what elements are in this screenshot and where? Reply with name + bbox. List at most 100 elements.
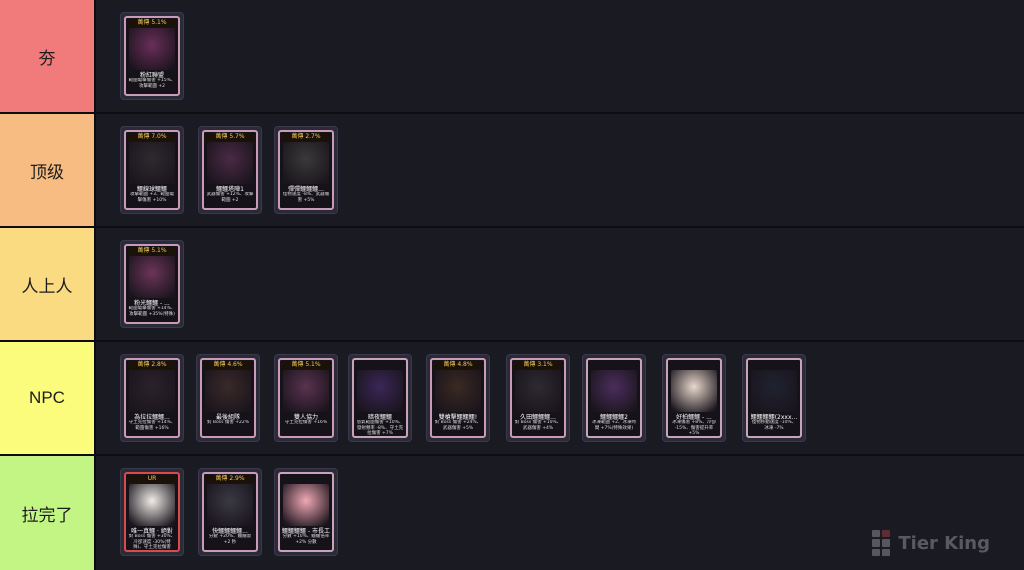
card-art-image	[751, 370, 797, 412]
tier-row-d: 拉完了 UR 唯一真鱷 · 絕對對 Boss 傷害 +30%、冷卻速度 -30%(…	[0, 456, 1024, 570]
card-badge: 萬傳 4.6%	[204, 361, 252, 369]
tier-items: 萬傳 5.1% 粉光鱷鱷 - ... 範圍電擊傷害 +14%、攻擊範圍 +35%(特…	[96, 228, 1024, 340]
card-description: 對 Boss 傷害 +22%	[206, 420, 250, 425]
card-frame: 鱷鱷鱷鱷(2xxx... 怪物移動速度 -10%、冰凍 -7%	[746, 358, 802, 438]
card-frame: 鱷鱷鱷鱷2 冰凍範圍 +2、冰凍時間 +7%(特殊效果)	[586, 358, 642, 438]
card-art-image	[207, 484, 253, 526]
tier-label[interactable]: 人上人	[0, 228, 96, 340]
tier-card[interactable]: 萬傳 2.8% 為拉拉鱷鱷... 守土克拉傷害 +14%、範圍傷害 +16%	[120, 354, 184, 442]
card-description: 怪物速度 -8%、武器傷害 +5%	[282, 192, 330, 203]
card-badge: 萬傳 2.9%	[206, 475, 254, 483]
card-frame: 萬傳 5.1% 粉紅聯盟 範圍電擊傷害 +15%、攻擊範圍 +2	[124, 16, 180, 96]
tier-card[interactable]: 萬傳 5.1% 粉紅聯盟 範圍電擊傷害 +15%、攻擊範圍 +2	[120, 12, 184, 100]
tier-card[interactable]: 萬傳 4.6% 最後組隊對 Boss 傷害 +22%	[196, 354, 260, 442]
tier-label-text: NPC	[29, 388, 65, 407]
card-art-image	[435, 370, 481, 412]
card-frame: 鱷鱷鱷鱷 - 市長工具分數 +10%、鱷鱷倍率 +2% 分數	[278, 472, 334, 552]
tier-items: 萬傳 2.8% 為拉拉鱷鱷... 守土克拉傷害 +14%、範圍傷害 +16% 萬傳 4…	[96, 342, 1024, 454]
card-badge: 萬傳 4.8%	[434, 361, 482, 369]
card-badge: 萬傳 7.0%	[128, 133, 176, 141]
card-frame: 萬傳 2.9% 快鱷鱷鱷鱷... 分數 +20%、鱷鱷漿 +2 秒	[202, 472, 258, 552]
card-art-image	[283, 142, 329, 184]
card-badge: UR	[128, 475, 176, 483]
card-art-image	[205, 370, 251, 412]
card-frame: 萬傳 5.1% 雙人協力 守土克拉傷害 +16%	[278, 358, 334, 438]
tier-items: 萬傳 7.0% 鱷線球鱷鱷 攻擊範圍 +3、範圍電擊傷害 +10% 萬傳 5.7% 鱷鱷…	[96, 114, 1024, 226]
card-frame: 萬傳 4.6% 最後組隊對 Boss 傷害 +22%	[200, 358, 256, 438]
card-description: 對 Boss 傷害 +24%、武器傷害 +5%	[434, 420, 482, 431]
tier-label[interactable]: 夯	[0, 0, 96, 112]
card-art-image	[357, 370, 403, 412]
card-description: 範圍電擊傷害 +15%、攻擊範圍 +2	[128, 78, 176, 89]
card-art-image	[129, 484, 175, 526]
card-frame: 萬傳 2.8% 為拉拉鱷鱷... 守土克拉傷害 +14%、範圍傷害 +16%	[124, 358, 180, 438]
tier-label-text: 顶级	[30, 162, 64, 182]
card-description: 對 Boss 傷害 +10%、武器傷害 +4%	[514, 420, 562, 431]
card-art-image	[129, 370, 175, 412]
card-art-image	[207, 142, 253, 184]
tier-label-text: 夯	[38, 48, 56, 68]
card-art-image	[283, 484, 329, 526]
card-badge: 萬傳 3.1%	[514, 361, 562, 369]
tier-row-s: 夯 萬傳 5.1% 粉紅聯盟 範圍電擊傷害 +15%、攻擊範圍 +2	[0, 0, 1024, 114]
card-frame: 萬傳 3.1% 久田鱷鱷鱷... 對 Boss 傷害 +10%、武器傷害 +4%	[510, 358, 566, 438]
card-art-image	[591, 370, 637, 412]
card-frame: 萬傳 5.7% 鱷鱷塔陣1 武器傷害 +12%、攻擊範圍 +2	[202, 130, 258, 210]
card-description: 對 Boss 傷害 +30%、冷卻速度 -30%(特殊)、守土克拉傷害 +7%	[128, 534, 176, 550]
card-badge: 萬傳 5.7%	[206, 133, 254, 141]
tier-label[interactable]: NPC	[0, 342, 96, 454]
card-description: 範圍電擊傷害 +14%、攻擊範圍 +35%(特殊)	[128, 306, 176, 317]
tier-row-a: 顶级 萬傳 7.0% 鱷線球鱷鱷 攻擊範圍 +3、範圍電擊傷害 +10% 萬傳 5.7…	[0, 114, 1024, 228]
card-frame: 暗夜鱷鱷 怒氣範圍傷害 +10%、發射頻率 -8%、守土克拉傷害 +7%	[352, 358, 408, 438]
card-frame: 萬傳 5.1% 粉光鱷鱷 - ... 範圍電擊傷害 +14%、攻擊範圍 +35%(特…	[124, 244, 180, 324]
tier-label-text: 人上人	[21, 276, 73, 296]
card-description: 分數 +10%、鱷鱷倍率 +2% 分數	[282, 534, 330, 545]
card-art-image	[671, 370, 717, 412]
card-badge: 萬傳 5.1%	[128, 247, 176, 255]
card-description: 冰凍範圍 +2、冰凍時間 +7%(特殊效果)	[591, 420, 637, 431]
tier-card[interactable]: 萬傳 5.1% 粉光鱷鱷 - ... 範圍電擊傷害 +14%、攻擊範圍 +35%(特…	[120, 240, 184, 328]
card-frame: 萬傳 2.7% 彈彈鱷鱷鱷... 怪物速度 -8%、武器傷害 +5%	[278, 130, 334, 210]
card-description: 怪物移動速度 -10%、冰凍 -7%	[751, 420, 797, 431]
tier-card[interactable]: 萬傳 7.0% 鱷線球鱷鱷 攻擊範圍 +3、範圍電擊傷害 +10%	[120, 126, 184, 214]
card-frame: 萬傳 7.0% 鱷線球鱷鱷 攻擊範圍 +3、範圍電擊傷害 +10%	[124, 130, 180, 210]
card-frame: UR 唯一真鱷 · 絕對對 Boss 傷害 +30%、冷卻速度 -30%(特殊)、…	[124, 472, 180, 552]
tier-card[interactable]: 萬傳 4.8% 雙槍擊鱷鱷鱷! 對 Boss 傷害 +24%、武器傷害 +5%	[426, 354, 490, 442]
tier-items: 萬傳 5.1% 粉紅聯盟 範圍電擊傷害 +15%、攻擊範圍 +2	[96, 0, 1024, 112]
tier-label-text: 拉完了	[21, 505, 73, 525]
tier-card[interactable]: 鱷鱷鱷鱷(2xxx... 怪物移動速度 -10%、冰凍 -7%	[742, 354, 806, 442]
tier-row-b: 人上人 萬傳 5.1% 粉光鱷鱷 - ... 範圍電擊傷害 +14%、攻擊範圍 +3…	[0, 228, 1024, 342]
tier-king-watermark: Tier King	[872, 530, 990, 556]
tier-card[interactable]: UR 唯一真鱷 · 絕對對 Boss 傷害 +30%、冷卻速度 -30%(特殊)、…	[120, 468, 184, 556]
card-art-image	[129, 142, 175, 184]
card-description: 分數 +20%、鱷鱷漿 +2 秒	[208, 534, 252, 545]
tier-card[interactable]: 萬傳 3.1% 久田鱷鱷鱷... 對 Boss 傷害 +10%、武器傷害 +4%	[506, 354, 570, 442]
card-badge: 萬傳 5.1%	[282, 361, 330, 369]
tier-king-logo-icon	[872, 530, 891, 556]
card-badge: 萬傳 5.1%	[128, 19, 176, 27]
tier-card[interactable]: 萬傳 2.7% 彈彈鱷鱷鱷... 怪物速度 -8%、武器傷害 +5%	[274, 126, 338, 214]
tier-card[interactable]: 萬傳 2.9% 快鱷鱷鱷鱷... 分數 +20%、鱷鱷漿 +2 秒	[198, 468, 262, 556]
tier-card[interactable]: 萬傳 5.7% 鱷鱷塔陣1 武器傷害 +12%、攻擊範圍 +2	[198, 126, 262, 214]
tier-card[interactable]: 鱷鱷鱷鱷 - 市長工具分數 +10%、鱷鱷倍率 +2% 分數	[274, 468, 338, 556]
tier-card[interactable]: 好拍鱷鱷 - ... 冰凍傷害 +8%、冷卻 -15%、傷害提升率 +5%	[662, 354, 726, 442]
tier-card[interactable]: 萬傳 5.1% 雙人協力 守土克拉傷害 +16%	[274, 354, 338, 442]
card-art-image	[129, 28, 175, 70]
card-description: 冰凍傷害 +8%、冷卻 -15%、傷害提升率 +5%	[672, 420, 716, 436]
watermark-text: Tier King	[898, 532, 990, 554]
card-art-image	[283, 370, 329, 412]
tier-card[interactable]: 鱷鱷鱷鱷2 冰凍範圍 +2、冰凍時間 +7%(特殊效果)	[582, 354, 646, 442]
card-art-image	[515, 370, 561, 412]
card-description: 守土克拉傷害 +16%	[284, 420, 328, 425]
card-frame: 萬傳 4.8% 雙槍擊鱷鱷鱷! 對 Boss 傷害 +24%、武器傷害 +5%	[430, 358, 486, 438]
card-badge: 萬傳 2.8%	[128, 361, 176, 369]
card-description: 攻擊範圍 +3、範圍電擊傷害 +10%	[129, 192, 175, 203]
tier-card[interactable]: 暗夜鱷鱷 怒氣範圍傷害 +10%、發射頻率 -8%、守土克拉傷害 +7%	[348, 354, 412, 442]
card-description: 守土克拉傷害 +14%、範圍傷害 +16%	[128, 420, 176, 431]
tier-label[interactable]: 顶级	[0, 114, 96, 226]
tier-row-c: NPC 萬傳 2.8% 為拉拉鱷鱷... 守土克拉傷害 +14%、範圍傷害 +16%…	[0, 342, 1024, 456]
card-badge: 萬傳 2.7%	[282, 133, 330, 141]
card-frame: 好拍鱷鱷 - ... 冰凍傷害 +8%、冷卻 -15%、傷害提升率 +5%	[666, 358, 722, 438]
tier-label[interactable]: 拉完了	[0, 456, 96, 570]
card-description: 武器傷害 +12%、攻擊範圍 +2	[206, 192, 254, 203]
